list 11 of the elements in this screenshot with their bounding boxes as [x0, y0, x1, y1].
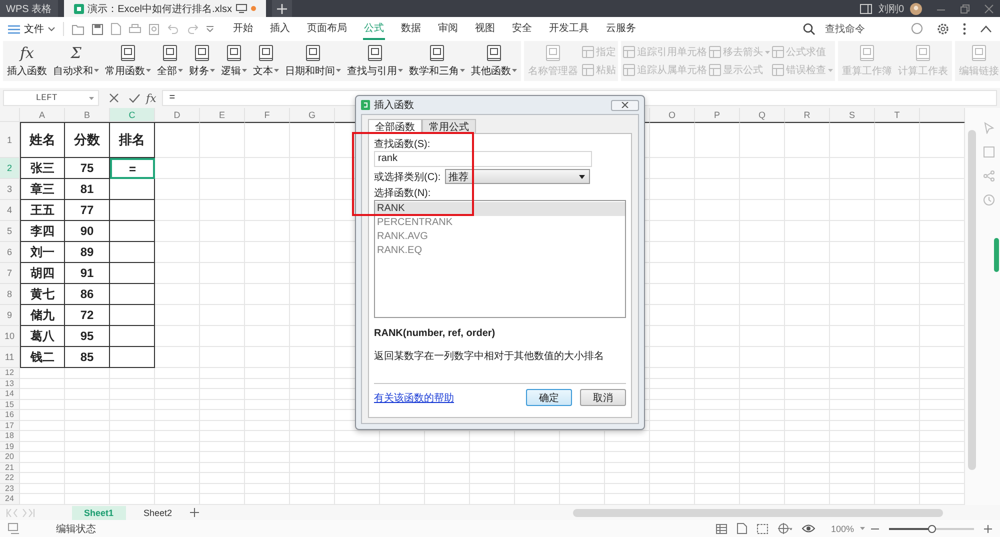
function-description: 返回某数字在一列数字中相对于其他数值的大小排名 [374, 350, 605, 363]
tab-title: 演示：Excel中如何进行排名.xlsx [88, 2, 232, 16]
tab-title: WPS 表格 [6, 2, 52, 16]
category-label: 或选择类别(C): [374, 170, 441, 184]
dialog-title: 插入函数 [374, 98, 414, 112]
function-signature: RANK(number, ref, order) [374, 328, 496, 339]
function-symbol-icon: Σ [70, 44, 82, 62]
status-text: 编辑状态 [56, 522, 96, 536]
function-list-label: 选择函数(N): [374, 186, 432, 200]
search-label: 查找函数(S): [374, 138, 432, 151]
function-symbol-icon: fx [20, 44, 34, 62]
